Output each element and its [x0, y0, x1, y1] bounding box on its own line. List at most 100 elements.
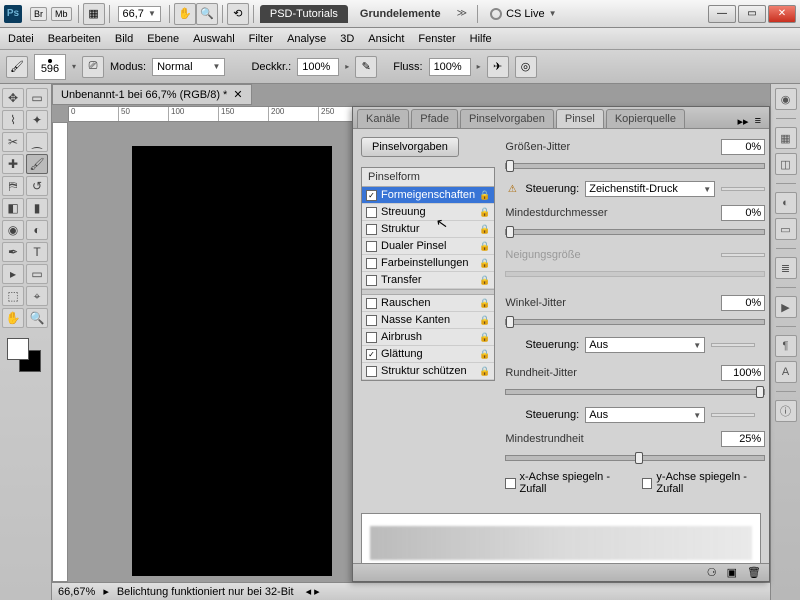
opacity-arrow[interactable]: ▸ [345, 62, 349, 71]
opt-struktur[interactable]: Struktur🔒 [362, 221, 494, 238]
menu-bearbeiten[interactable]: Bearbeiten [48, 33, 101, 45]
layers-panel-icon[interactable]: ≣ [775, 257, 797, 279]
close-icon[interactable]: ✕ [233, 88, 242, 101]
menu-3d[interactable]: 3D [340, 33, 354, 45]
workspace-tab-1[interactable]: PSD-Tutorials [260, 5, 348, 23]
trash-icon[interactable]: 🗑 [747, 566, 761, 579]
marquee-tool[interactable]: ▭ [26, 88, 48, 108]
mode-combo[interactable]: Normal▼ [152, 58, 225, 76]
lock-icon[interactable]: 🔒 [479, 315, 490, 326]
menu-auswahl[interactable]: Auswahl [193, 33, 235, 45]
lock-icon[interactable]: 🔒 [479, 332, 490, 343]
type-tool[interactable]: T [26, 242, 48, 262]
opt-dualer-pinsel[interactable]: Dualer Pinsel🔒 [362, 238, 494, 255]
tab-pfade[interactable]: Pfade [411, 109, 458, 128]
presets-button[interactable]: Pinselvorgaben [361, 137, 459, 157]
opt-rauschen[interactable]: Rauschen🔒 [362, 295, 494, 312]
checkbox[interactable] [366, 366, 377, 377]
heal-tool[interactable]: ✚ [2, 154, 24, 174]
checkbox[interactable] [366, 207, 377, 218]
panel-collapse-icon[interactable]: ▸▸ [738, 115, 749, 128]
hand-tool[interactable]: ✋ [2, 308, 24, 328]
menu-datei[interactable]: Datei [8, 33, 34, 45]
bridge-btn[interactable]: Br [30, 7, 47, 21]
rotate-icon[interactable]: ⟲ [227, 3, 249, 25]
menu-filter[interactable]: Filter [249, 33, 273, 45]
min-roundness-value[interactable]: 25% [721, 431, 765, 447]
zoom-tool[interactable]: 🔍 [26, 308, 48, 328]
adjustments-panel-icon[interactable]: ◐ [775, 192, 797, 214]
lock-icon[interactable]: 🔒 [479, 275, 490, 286]
masks-panel-icon[interactable]: ▭ [775, 218, 797, 240]
angle-jitter-slider[interactable] [505, 319, 765, 325]
workspace-more[interactable]: ≫ [457, 8, 467, 19]
dodge-tool[interactable]: ◐ [26, 220, 48, 240]
tool-preset-icon[interactable]: 🖌 [6, 56, 28, 78]
lock-icon[interactable]: 🔒 [479, 207, 490, 218]
checkbox[interactable] [366, 275, 377, 286]
control-combo-3[interactable]: Aus▼ [585, 407, 705, 423]
wand-tool[interactable]: ✦ [26, 110, 48, 130]
opacity-input[interactable]: 100% [297, 58, 339, 76]
lock-icon[interactable]: 🔒 [479, 349, 490, 360]
gradient-tool[interactable]: ▮ [26, 198, 48, 218]
brush-tip-shape[interactable]: Pinselform [362, 168, 494, 187]
foreground-swatch[interactable] [7, 338, 29, 360]
opt-nasse-kanten[interactable]: Nasse Kanten🔒 [362, 312, 494, 329]
opt-transfer[interactable]: Transfer🔒 [362, 272, 494, 289]
swatches-panel-icon[interactable]: ▦ [775, 127, 797, 149]
lock-icon[interactable]: 🔒 [479, 258, 490, 269]
tab-pinsel[interactable]: Pinsel [556, 109, 604, 128]
paragraph-panel-icon[interactable]: ¶ [775, 335, 797, 357]
checkbox[interactable] [366, 224, 377, 235]
close-button[interactable]: ✕ [768, 5, 796, 23]
path-select-tool[interactable]: ▸ [2, 264, 24, 284]
tab-kopierquelle[interactable]: Kopierquelle [606, 109, 685, 128]
size-jitter-slider[interactable] [505, 163, 765, 169]
tab-pinselvorgaben[interactable]: Pinselvorgaben [460, 109, 554, 128]
panel-menu-icon[interactable]: ≡ [755, 115, 761, 128]
blur-tool[interactable]: ◉ [2, 220, 24, 240]
checkbox[interactable] [366, 332, 377, 343]
tab-kanaele[interactable]: Kanäle [357, 109, 409, 128]
checkbox[interactable] [366, 349, 377, 360]
pen-tool[interactable]: ✒ [2, 242, 24, 262]
brush-picker-arrow[interactable]: ▾ [72, 62, 76, 71]
hand-icon[interactable]: ✋ [174, 3, 196, 25]
roundness-jitter-value[interactable]: 100% [721, 365, 765, 381]
flip-x-checkbox[interactable]: x-Achse spiegeln - Zufall [505, 471, 628, 495]
flip-y-checkbox[interactable]: y-Achse spiegeln - Zufall [642, 471, 765, 495]
opt-airbrush[interactable]: Airbrush🔒 [362, 329, 494, 346]
zoom-combo[interactable]: 66,7▼ [118, 6, 161, 22]
checkbox[interactable] [366, 190, 377, 201]
min-roundness-slider[interactable] [505, 455, 765, 461]
size-jitter-value[interactable]: 0% [721, 139, 765, 155]
history-brush-tool[interactable]: ↺ [26, 176, 48, 196]
min-diameter-slider[interactable] [505, 229, 765, 235]
cslive[interactable]: CS Live▼ [490, 8, 556, 20]
workspace-tab-2[interactable]: Grundelemente [350, 5, 451, 23]
checkbox[interactable] [366, 241, 377, 252]
3d-camera-tool[interactable]: ⌖ [26, 286, 48, 306]
eraser-tool[interactable]: ◧ [2, 198, 24, 218]
minimize-button[interactable]: — [708, 5, 736, 23]
maximize-button[interactable]: ▭ [738, 5, 766, 23]
menu-bild[interactable]: Bild [115, 33, 133, 45]
control-combo-1[interactable]: Zeichenstift-Druck▼ [585, 181, 715, 197]
opt-streuung[interactable]: Streuung🔒 [362, 204, 494, 221]
history-panel-icon[interactable]: ▶ [775, 296, 797, 318]
opt-farbeinstellungen[interactable]: Farbeinstellungen🔒 [362, 255, 494, 272]
info-panel-icon[interactable]: ⓘ [775, 400, 797, 422]
status-zoom[interactable]: 66,67% [58, 586, 95, 598]
crop-tool[interactable]: ✂ [2, 132, 24, 152]
tablet-opacity-icon[interactable]: ✎ [355, 56, 377, 78]
color-swatches[interactable] [7, 338, 43, 374]
styles-panel-icon[interactable]: ◫ [775, 153, 797, 175]
flow-arrow[interactable]: ▸ [477, 62, 481, 71]
lasso-tool[interactable]: ⌇ [2, 110, 24, 130]
brush-tool[interactable]: 🖌 [26, 154, 48, 174]
lock-icon[interactable]: 🔒 [479, 224, 490, 235]
airbrush-icon[interactable]: ✈ [487, 56, 509, 78]
checkbox[interactable] [366, 315, 377, 326]
min-diameter-value[interactable]: 0% [721, 205, 765, 221]
